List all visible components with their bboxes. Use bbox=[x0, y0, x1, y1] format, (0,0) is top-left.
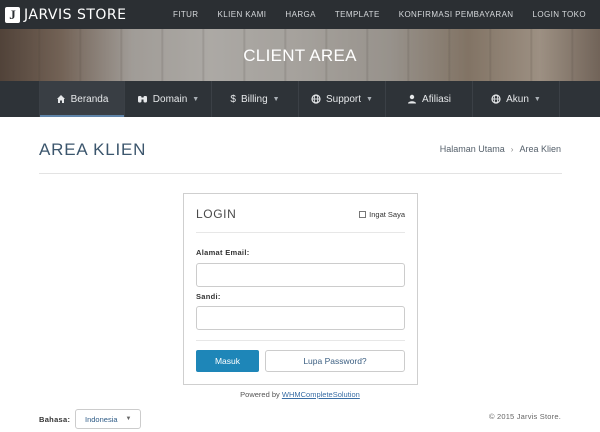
logo-icon: J bbox=[5, 7, 20, 23]
remember-me-checkbox[interactable] bbox=[359, 211, 367, 218]
top-nav-klien-kami[interactable]: KLIEN KAMI bbox=[218, 10, 267, 19]
nav-support-label: Support bbox=[326, 93, 362, 105]
email-field[interactable] bbox=[196, 263, 405, 287]
top-nav-fitur[interactable]: FITUR bbox=[173, 10, 199, 19]
breadcrumb: Halaman Utama › Area Klien bbox=[440, 144, 561, 154]
nav-afiliasi-label: Afiliasi bbox=[422, 93, 451, 105]
login-divider-bottom bbox=[196, 340, 405, 341]
password-label: Sandi: bbox=[196, 292, 221, 301]
remember-me[interactable]: Ingat Saya bbox=[359, 210, 405, 219]
powered-by-link[interactable]: WHMCompleteSolution bbox=[282, 390, 360, 399]
main-nav: Beranda Domain ▼ $ Billing ▼ Support ▼ A… bbox=[0, 81, 600, 117]
globe-icon bbox=[311, 94, 321, 104]
hero-title: CLIENT AREA bbox=[243, 46, 357, 65]
login-divider-top bbox=[196, 232, 405, 233]
chevron-down-icon: ▼ bbox=[366, 95, 373, 103]
login-panel: LOGIN Ingat Saya Alamat Email: Sandi: Ma… bbox=[183, 193, 418, 385]
breadcrumb-home[interactable]: Halaman Utama bbox=[440, 144, 505, 154]
nav-beranda[interactable]: Beranda bbox=[39, 81, 125, 117]
hero-banner: CLIENT AREA bbox=[0, 29, 600, 81]
powered-by-prefix: Powered by bbox=[240, 390, 282, 399]
chevron-down-icon: ▼ bbox=[533, 95, 541, 103]
chevron-down-icon: ▼ bbox=[192, 95, 200, 103]
top-nav-template[interactable]: TEMPLATE bbox=[335, 10, 380, 19]
page-title: AREA KLIEN bbox=[39, 140, 147, 159]
login-button[interactable]: Masuk bbox=[196, 350, 259, 372]
email-label: Alamat Email: bbox=[196, 248, 250, 257]
nav-beranda-label: Beranda bbox=[70, 93, 109, 105]
language-select[interactable]: Indonesia ▼ bbox=[75, 409, 141, 429]
top-nav-konfirmasi-pembayaran[interactable]: KONFIRMASI PEMBAYARAN bbox=[399, 10, 514, 19]
remember-me-label: Ingat Saya bbox=[369, 210, 405, 219]
top-navbar: J JARVIS STORE FITUR KLIEN KAMI HARGA TE… bbox=[0, 0, 600, 29]
nav-afiliasi[interactable]: Afiliasi bbox=[386, 81, 473, 117]
nav-akun[interactable]: Akun ▼ bbox=[473, 81, 560, 117]
chevron-down-icon: ▼ bbox=[272, 95, 280, 103]
chevron-right-icon: › bbox=[510, 144, 514, 154]
login-title: LOGIN bbox=[196, 207, 237, 221]
nav-akun-label: Akun bbox=[506, 93, 529, 105]
globe-icon bbox=[491, 94, 501, 104]
top-nav-login-toko[interactable]: LOGIN TOKO bbox=[533, 10, 587, 19]
header-divider bbox=[39, 173, 562, 174]
breadcrumb-current: Area Klien bbox=[519, 144, 561, 154]
brand-name: JARVIS STORE bbox=[24, 7, 127, 23]
dollar-icon: $ bbox=[230, 93, 236, 105]
user-icon bbox=[408, 94, 417, 104]
nav-domain[interactable]: Domain ▼ bbox=[125, 81, 212, 117]
nav-support[interactable]: Support ▼ bbox=[299, 81, 386, 117]
chevron-down-icon: ▼ bbox=[125, 416, 132, 422]
brand-logo[interactable]: J JARVIS STORE bbox=[5, 6, 127, 24]
nav-billing-label: Billing bbox=[240, 93, 268, 105]
powered-by: Powered by WHMCompleteSolution bbox=[0, 390, 600, 399]
nav-domain-label: Domain bbox=[152, 93, 188, 105]
language-value: Indonesia bbox=[85, 414, 118, 424]
home-icon bbox=[56, 95, 65, 103]
copyright-text: © 2015 Jarvis Store. bbox=[488, 412, 561, 421]
binoculars-icon bbox=[137, 96, 147, 103]
password-field[interactable] bbox=[196, 306, 405, 330]
nav-billing[interactable]: $ Billing ▼ bbox=[212, 81, 299, 117]
language-label: Bahasa: bbox=[39, 415, 71, 424]
top-nav-harga[interactable]: HARGA bbox=[285, 10, 315, 19]
forgot-password-button[interactable]: Lupa Password? bbox=[265, 350, 405, 372]
top-nav-links: FITUR KLIEN KAMI HARGA TEMPLATE KONFIRMA… bbox=[173, 0, 600, 29]
